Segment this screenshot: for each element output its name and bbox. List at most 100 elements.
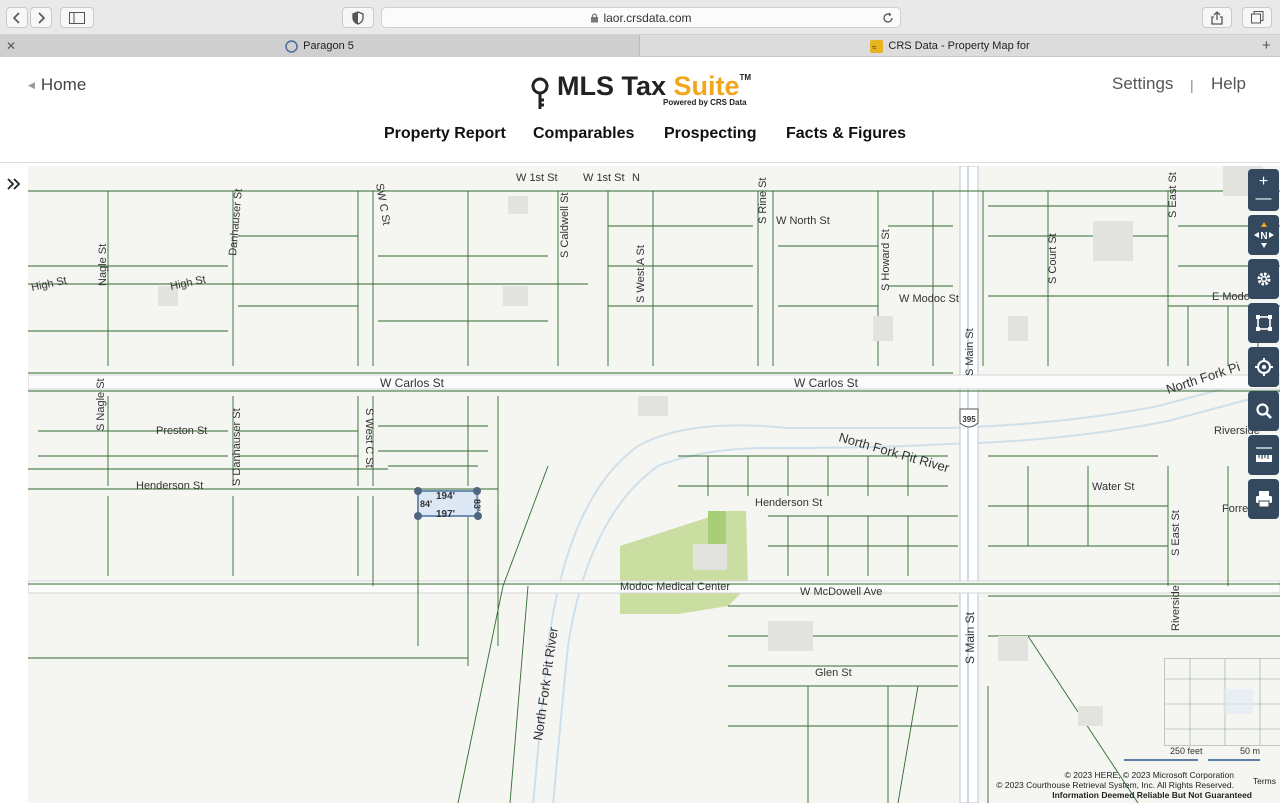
close-icon[interactable]: ✕ — [6, 39, 16, 53]
tab-title: Paragon 5 — [303, 40, 354, 52]
area-select-button[interactable] — [1248, 303, 1279, 343]
highway-395-shield: 395 — [959, 408, 979, 428]
label-nfpr-bottom: North Fork Pit River — [530, 626, 561, 742]
label-water: Water St — [1092, 481, 1134, 493]
scale-feet: 250 feet — [1170, 746, 1203, 756]
vertex-handle[interactable] — [414, 512, 422, 520]
browser-toolbar: laor.crsdata.com — [0, 0, 1280, 35]
dim-top: 194' — [436, 491, 455, 502]
tabs-icon — [1250, 11, 1263, 24]
label-swc: SW C St — [373, 182, 392, 226]
dim-bottom: 197' — [436, 509, 455, 520]
terms-link[interactable]: Terms — [1253, 776, 1276, 786]
property-map[interactable]: W 1st St W 1st St N SW C St S Caldwell S… — [28, 166, 1280, 803]
label-henderson-w: Henderson St — [136, 480, 203, 492]
vertex-handle[interactable] — [414, 487, 422, 495]
nav-prospecting[interactable]: Prospecting — [664, 125, 756, 143]
label-snagle: S Nagle St — [95, 378, 107, 431]
label-high-b: High St — [169, 274, 207, 293]
url-text: laor.crsdata.com — [603, 10, 692, 25]
label-danhauser: Danhauser St — [227, 188, 245, 256]
privacy-button[interactable] — [342, 7, 374, 28]
street-labels: W 1st St W 1st St N SW C St S Caldwell S… — [30, 172, 1267, 741]
dim-left: 84' — [420, 499, 432, 509]
lock-icon — [591, 13, 599, 23]
caret-left-icon: ◀ — [28, 79, 35, 90]
park-patch — [708, 511, 726, 546]
label-nfpr-river: North Fork Pit River — [837, 429, 951, 475]
dim-right: 83' — [472, 499, 482, 511]
reload-icon[interactable] — [882, 12, 894, 24]
vertex-handle[interactable] — [473, 487, 481, 495]
home-label: Home — [40, 75, 87, 94]
separator: | — [1190, 77, 1194, 93]
label-w1st-a: W 1st St — [516, 172, 558, 184]
print-button[interactable] — [1248, 479, 1279, 519]
new-tab-icon[interactable]: + — [1262, 37, 1271, 54]
label-wmcdowell: W McDowell Ave — [800, 586, 882, 598]
tab-crs-data[interactable]: ≈ CRS Data - Property Map for — [640, 35, 1260, 57]
map-search-button[interactable] — [1248, 391, 1279, 431]
label-w1st-n: N — [632, 172, 640, 184]
nav-comparables[interactable]: Comparables — [533, 125, 634, 143]
label-high-a: High St — [30, 275, 68, 294]
ruler-icon — [1255, 447, 1272, 462]
svg-text:395: 395 — [962, 415, 976, 424]
label-wcarlos-b: W Carlos St — [794, 376, 859, 390]
help-link[interactable]: Help — [1211, 74, 1246, 94]
vertex-handle[interactable] — [474, 512, 482, 520]
label-preston: Preston St — [156, 425, 207, 437]
label-riverside-bot: Riverside — [1170, 585, 1182, 631]
attribution-here: © 2023 HERE, © 2023 Microsoft Corporatio… — [1064, 770, 1234, 780]
svg-text:N: N — [1260, 231, 1267, 242]
expand-panel-icon[interactable] — [6, 175, 22, 193]
chevron-left-icon — [12, 11, 20, 24]
label-henderson-e: Henderson St — [755, 497, 822, 509]
crs-favicon-icon: ≈ — [870, 39, 884, 53]
compass-button[interactable]: N — [1248, 215, 1279, 255]
address-bar[interactable]: laor.crsdata.com — [381, 7, 901, 28]
nav-facts-figures[interactable]: Facts & Figures — [786, 125, 906, 143]
app-header: ◀ Home MLS Tax SuiteTM Powered by CRS Da… — [0, 57, 1280, 162]
building-footprints — [158, 166, 1263, 726]
label-seast-bot: S East St — [1170, 510, 1182, 556]
map-settings-button[interactable] — [1248, 259, 1279, 299]
label-nagle: Nagle St — [97, 244, 109, 286]
map-canvas[interactable]: W 1st St W 1st St N SW C St S Caldwell S… — [28, 166, 1280, 803]
label-seast-top: S East St — [1167, 172, 1179, 218]
tab-title: CRS Data - Property Map for — [888, 40, 1030, 52]
tabs-overview-button[interactable] — [1242, 7, 1272, 28]
medical-center-area — [620, 511, 748, 614]
locate-button[interactable] — [1248, 347, 1279, 387]
svg-text:≈: ≈ — [872, 43, 877, 52]
tab-paragon[interactable]: ✕ Paragon 5 — [0, 35, 640, 57]
share-button[interactable] — [1202, 7, 1232, 28]
forward-button[interactable] — [30, 7, 52, 28]
measure-button[interactable] — [1248, 435, 1279, 475]
zoom-out-button[interactable]: — — [1256, 191, 1272, 207]
zoom-control: + — — [1248, 169, 1279, 211]
selected-parcel[interactable]: 194' 197' 84' 83' — [414, 487, 482, 520]
key-logo-icon — [531, 77, 549, 109]
attribution-disclaimer: Information Deemed Reliable But Not Guar… — [1052, 790, 1252, 800]
rectangle-select-icon — [1255, 315, 1272, 331]
back-button[interactable] — [6, 7, 28, 28]
label-scaldwell: S Caldwell St — [559, 193, 571, 258]
settings-link[interactable]: Settings — [1112, 74, 1173, 94]
label-glen: Glen St — [815, 667, 852, 679]
tab-bar: ✕ Paragon 5 ≈ CRS Data - Property Map fo… — [0, 35, 1280, 57]
home-link[interactable]: ◀ Home — [28, 75, 86, 95]
label-sdanhauser: S Danhauser St — [231, 408, 243, 486]
scale-bar-meters — [1208, 759, 1260, 761]
attribution-crs: © 2023 Courthouse Retrieval System, Inc.… — [996, 780, 1234, 790]
label-modoc-med: Modoc Medical Center — [620, 581, 730, 593]
label-wcarlos-a: W Carlos St — [380, 376, 445, 390]
overview-minimap[interactable] — [1164, 658, 1280, 746]
sidebar-button[interactable] — [60, 7, 94, 28]
nav-property-report[interactable]: Property Report — [384, 125, 506, 143]
label-swesta: S West A St — [635, 245, 647, 303]
label-swestc: S West C St — [363, 408, 375, 468]
zoom-in-button[interactable]: + — [1259, 174, 1268, 190]
main-st-road — [959, 166, 979, 803]
label-wmodoc: W Modoc St — [899, 293, 959, 305]
